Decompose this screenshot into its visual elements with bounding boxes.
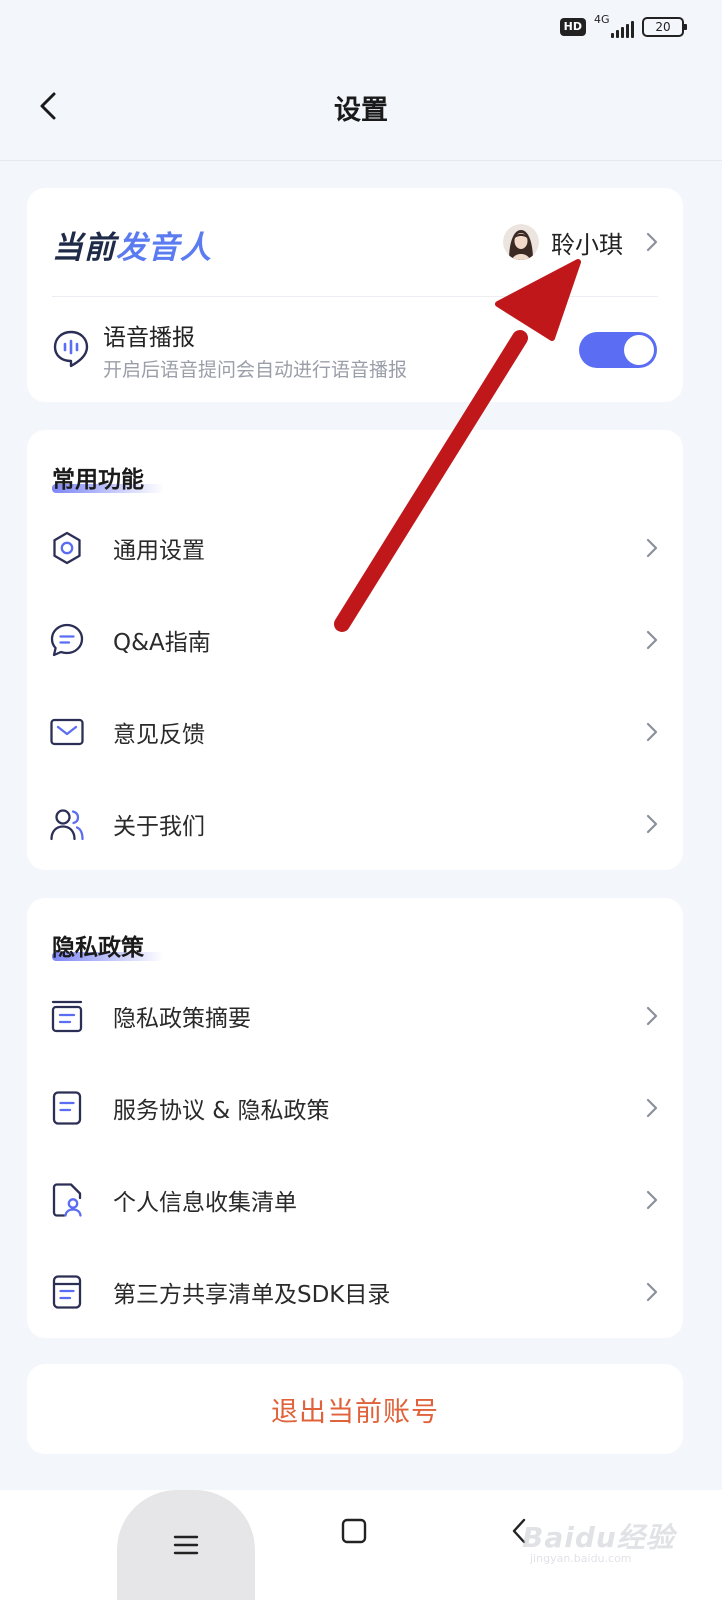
chevron-right-icon bbox=[646, 1190, 658, 1210]
status-bar: HD 4G 20 bbox=[0, 0, 722, 52]
menu-item-label: Q&A指南 bbox=[113, 630, 211, 656]
menu-item-general-settings[interactable]: 通用设置 bbox=[27, 512, 683, 584]
chevron-right-icon bbox=[646, 630, 658, 650]
chevron-right-icon bbox=[646, 1282, 658, 1302]
menu-item-label: 意见反馈 bbox=[113, 722, 205, 748]
menu-item-label: 通用设置 bbox=[113, 538, 205, 564]
menu-item-personal-info-list[interactable]: 个人信息收集清单 bbox=[27, 1164, 683, 1236]
menu-item-label: 关于我们 bbox=[113, 814, 205, 840]
header-divider bbox=[0, 160, 722, 161]
speaker-name: 聆小琪 bbox=[551, 230, 623, 259]
voice-broadcast-description: 开启后语音提问会自动进行语音播报 bbox=[103, 359, 408, 381]
page-title: 设置 bbox=[334, 95, 388, 126]
menu-item-feedback[interactable]: 意见反馈 bbox=[27, 696, 683, 768]
section-title-privacy: 隐私政策 bbox=[52, 935, 144, 961]
header: 设置 bbox=[0, 60, 722, 156]
battery-icon: 20 bbox=[642, 17, 687, 37]
section-title-common: 常用功能 bbox=[52, 467, 144, 493]
signal-icon: 4G bbox=[594, 13, 634, 38]
chevron-right-icon bbox=[646, 1006, 658, 1026]
gear-icon bbox=[49, 530, 85, 566]
common-functions-card: 常用功能 通用设置 Q&A指南 意见反馈 关于我们 bbox=[27, 430, 683, 870]
hd-badge: HD bbox=[559, 18, 586, 36]
speaker-selector[interactable]: 聆小琪 bbox=[503, 222, 659, 262]
chat-bubble-icon bbox=[49, 622, 85, 658]
privacy-policy-card: 隐私政策 隐私政策摘要 服务协议 & 隐私政策 个人信息收集清单 第三方共享清单… bbox=[27, 898, 683, 1338]
network-type: 4G bbox=[594, 13, 610, 26]
voice-card-divider bbox=[52, 296, 658, 297]
menu-item-third-party-sdk[interactable]: 第三方共享清单及SDK目录 bbox=[27, 1256, 683, 1328]
voice-broadcast-toggle[interactable] bbox=[579, 332, 657, 368]
mail-icon bbox=[49, 714, 85, 750]
logout-label: 退出当前账号 bbox=[271, 1396, 439, 1428]
speaker-title-part1: 当前 bbox=[52, 230, 116, 266]
folder-doc-icon bbox=[49, 1274, 85, 1310]
menu-item-privacy-summary[interactable]: 隐私政策摘要 bbox=[27, 980, 683, 1052]
status-icons: HD 4G 20 bbox=[559, 13, 687, 38]
user-document-icon bbox=[49, 1182, 85, 1218]
menu-item-qa-guide[interactable]: Q&A指南 bbox=[27, 604, 683, 676]
menu-icon bbox=[173, 1535, 199, 1555]
menu-item-label: 隐私政策摘要 bbox=[113, 1006, 251, 1032]
current-speaker-title: 当前发音人 bbox=[52, 222, 212, 267]
archive-doc-icon bbox=[49, 998, 85, 1034]
chevron-right-icon bbox=[646, 232, 658, 252]
document-icon bbox=[49, 1090, 85, 1126]
voice-broadcast-label: 语音播报 bbox=[103, 325, 195, 351]
users-icon bbox=[49, 806, 85, 842]
speaker-title-part2: 发音人 bbox=[116, 230, 212, 266]
toggle-knob bbox=[624, 335, 654, 365]
menu-item-label: 服务协议 & 隐私政策 bbox=[113, 1098, 330, 1124]
menu-item-label: 个人信息收集清单 bbox=[113, 1190, 297, 1216]
home-icon[interactable] bbox=[341, 1518, 367, 1544]
speaker-avatar bbox=[503, 224, 539, 260]
nav-menu-button[interactable] bbox=[117, 1490, 255, 1600]
logout-button[interactable]: 退出当前账号 bbox=[27, 1364, 683, 1454]
watermark-url: jingyan.baidu.com bbox=[530, 1552, 632, 1565]
voice-broadcast-icon bbox=[51, 328, 91, 368]
settings-page: HD 4G 20 设置 当前发音人 聆小琪 语音播报 开启后语音提问会自动进行语… bbox=[0, 0, 722, 1600]
chevron-right-icon bbox=[646, 722, 658, 742]
menu-item-about-us[interactable]: 关于我们 bbox=[27, 788, 683, 860]
battery-level: 20 bbox=[655, 20, 671, 34]
menu-item-label: 第三方共享清单及SDK目录 bbox=[113, 1282, 391, 1308]
chevron-right-icon bbox=[646, 814, 658, 834]
voice-card: 当前发音人 聆小琪 语音播报 开启后语音提问会自动进行语音播报 bbox=[27, 188, 683, 402]
watermark-brand: Baidu经验 bbox=[522, 1521, 675, 1554]
chevron-right-icon bbox=[646, 538, 658, 558]
menu-item-service-agreement[interactable]: 服务协议 & 隐私政策 bbox=[27, 1072, 683, 1144]
chevron-right-icon bbox=[646, 1098, 658, 1118]
watermark: Baidu经验 jingyan.baidu.com bbox=[522, 1492, 702, 1565]
